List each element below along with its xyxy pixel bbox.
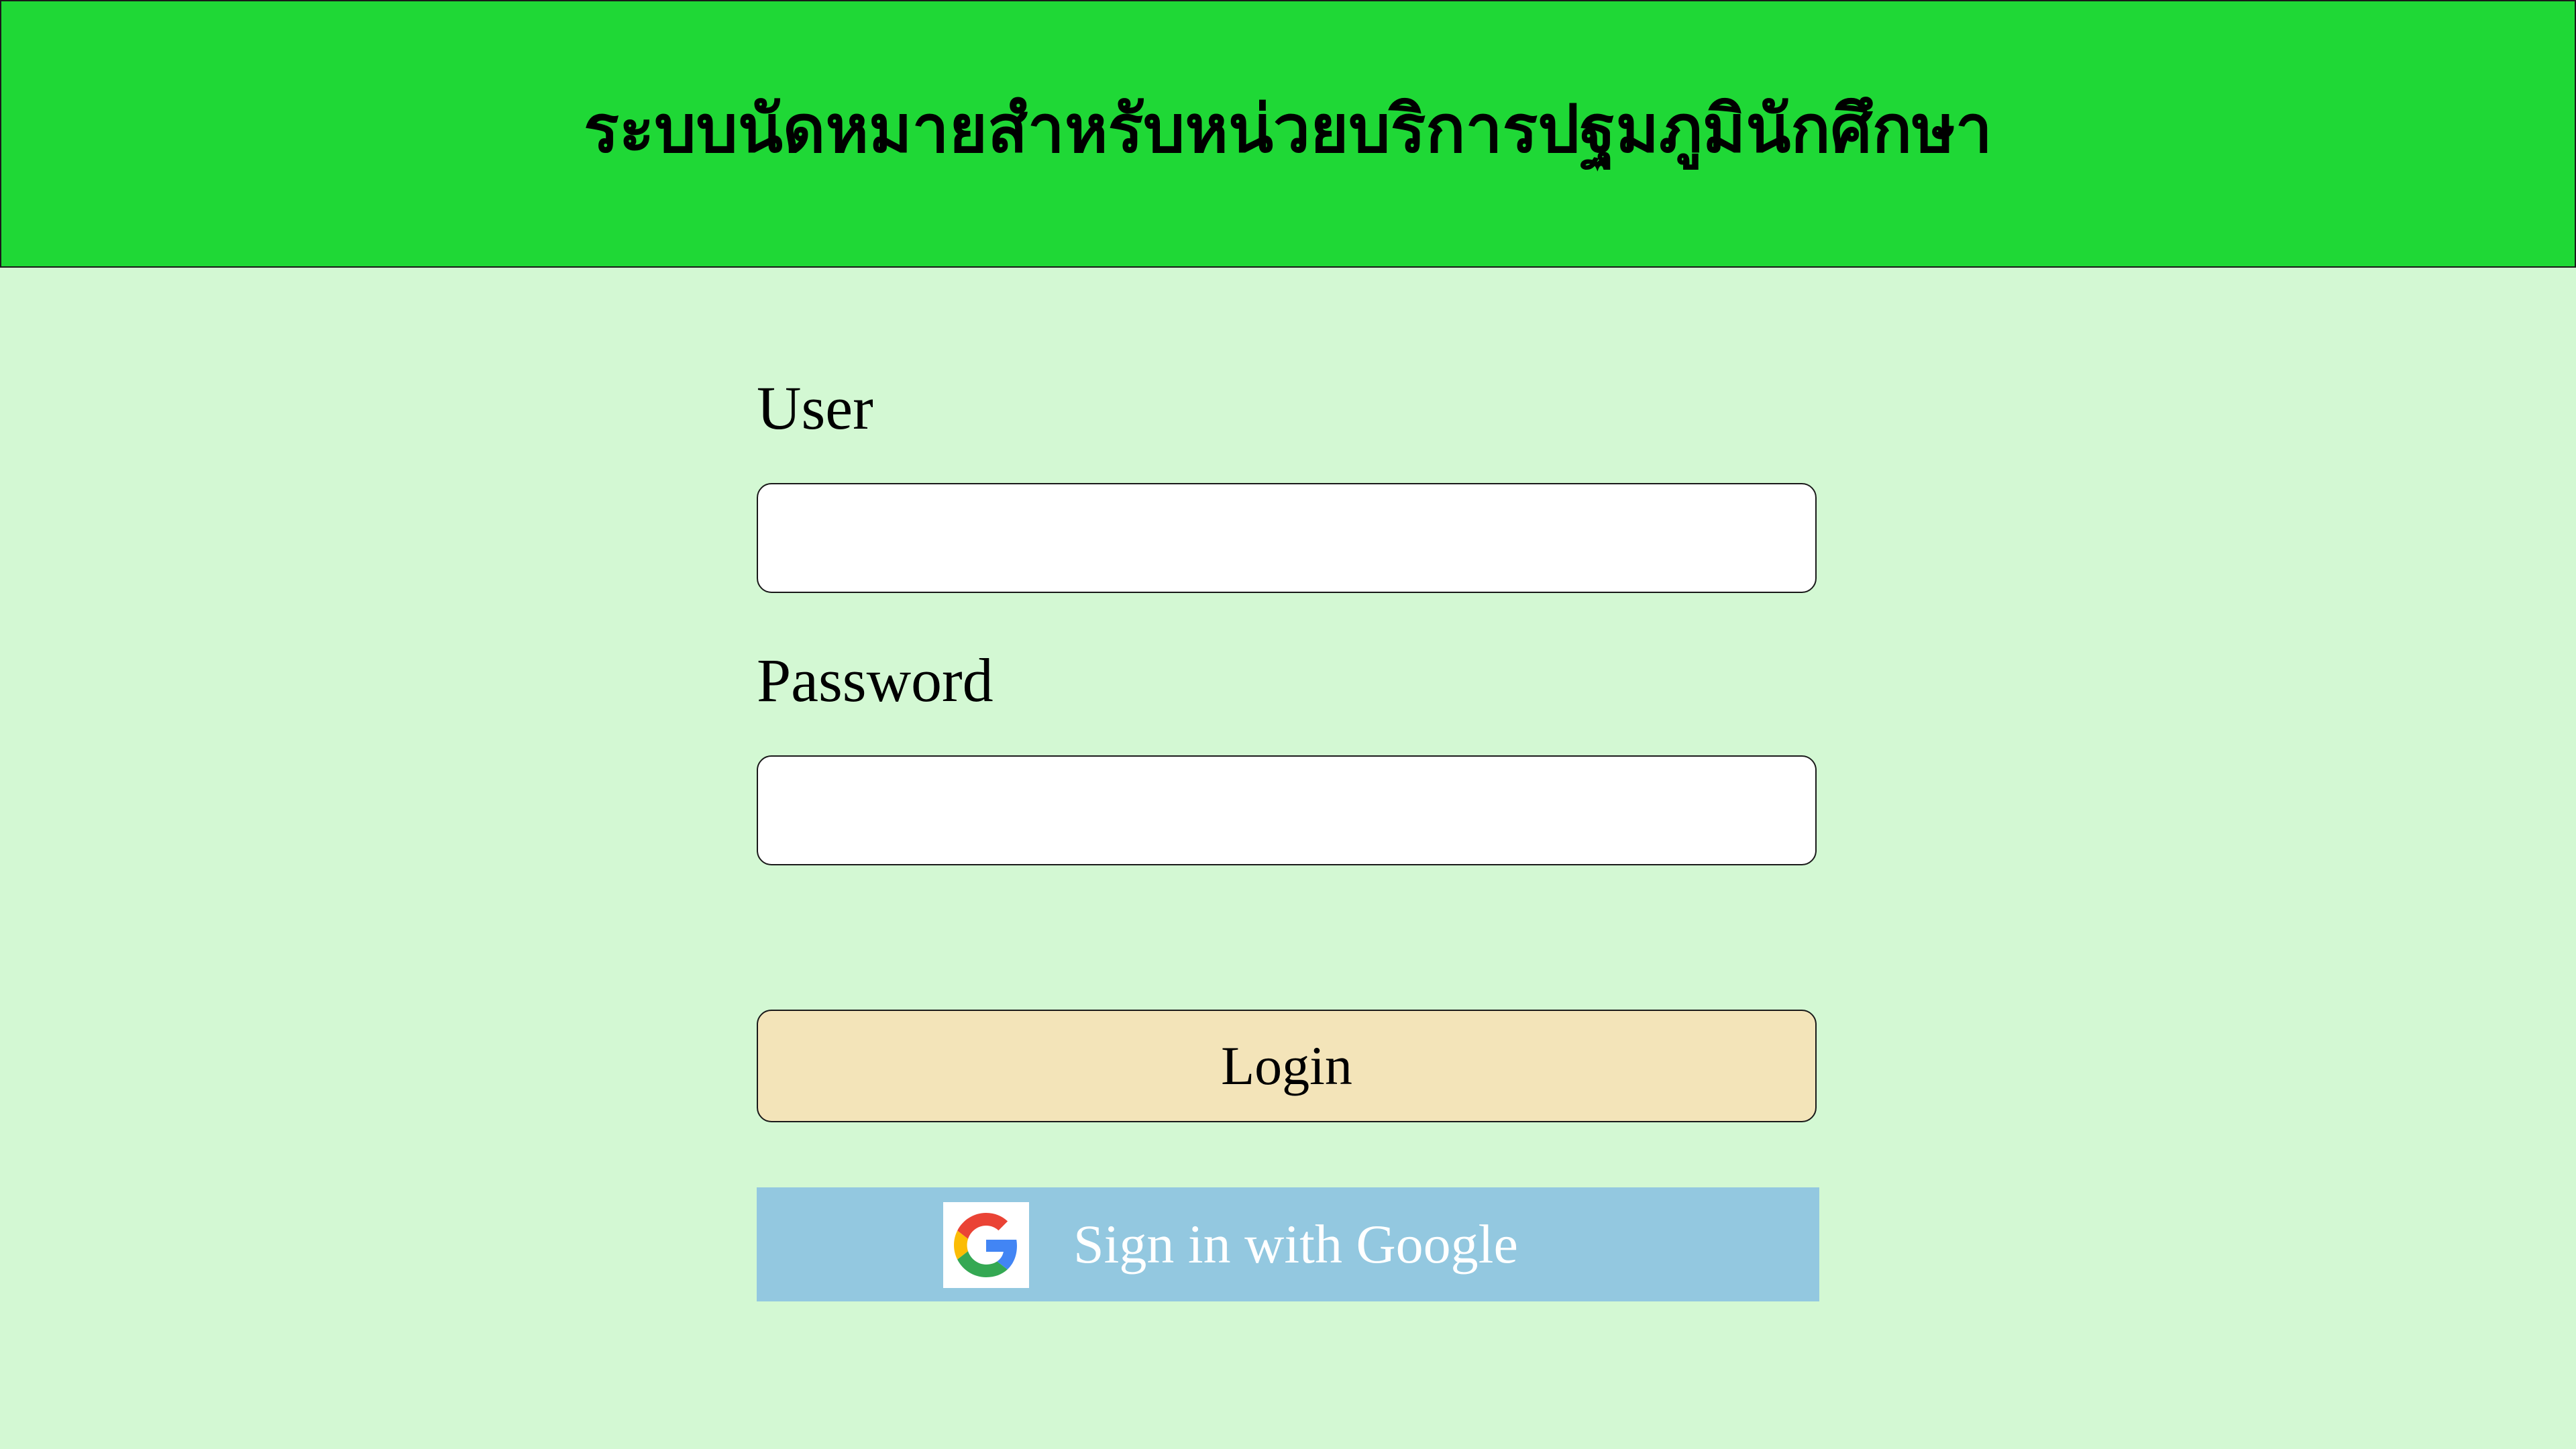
google-g-icon: [943, 1202, 1029, 1288]
app-header: ระบบนัดหมายสำหรับหน่วยบริการปฐมภูมินักศึ…: [0, 0, 2576, 268]
password-label: Password: [757, 646, 994, 714]
google-sign-in-label: Sign in with Google: [1073, 1214, 1518, 1275]
page-title: ระบบนัดหมายสำหรับหน่วยบริการปฐมภูมินักศึ…: [584, 93, 1992, 166]
google-sign-in-button[interactable]: Sign in with Google: [757, 1187, 1819, 1301]
user-input[interactable]: [757, 483, 1817, 593]
login-button[interactable]: Login: [757, 1010, 1817, 1122]
user-label: User: [757, 374, 873, 442]
password-input[interactable]: [757, 755, 1817, 865]
login-button-label: Login: [1221, 1035, 1352, 1096]
